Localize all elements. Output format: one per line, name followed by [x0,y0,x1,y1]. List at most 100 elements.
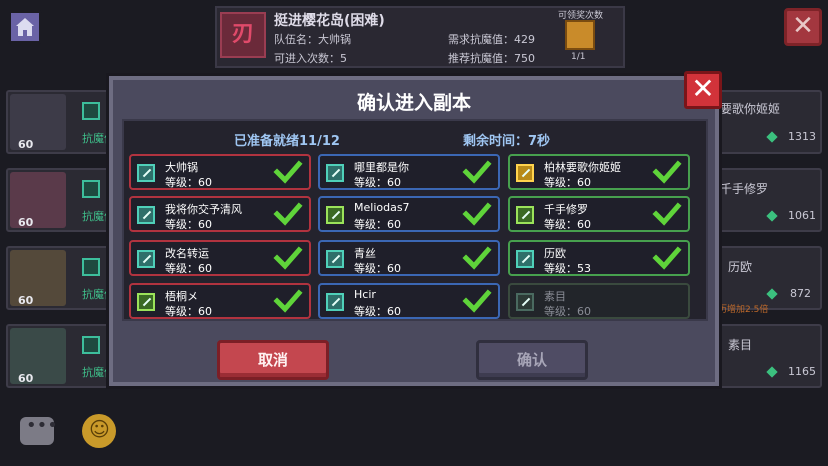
close-screen-button[interactable]: ✕ [784,8,822,46]
player-slot[interactable]: 大帅锅等级：60 [129,154,311,190]
player-slot[interactable]: Meliodas7 等级：60 [318,196,500,232]
player-name: 哪里都是你 [354,161,409,174]
ready-check-icon [462,289,492,313]
emote-button[interactable]: ☺ [82,414,116,448]
time-left: 剩余时间：7秒 [463,134,551,149]
player-slot[interactable]: 素目等级：60 [508,283,690,319]
member-power: 872 [790,287,811,300]
player-level: 等级：60 [354,262,401,275]
ready-check-icon [273,202,303,226]
player-level: 等级：60 [544,176,591,189]
player-slot[interactable]: Hcir 等级：60 [318,283,500,319]
member-name: 历欧 [728,260,753,274]
player-slot[interactable]: 哪里都是你等级：60 [318,154,500,190]
weapon-icon [516,293,534,311]
player-slot[interactable]: 我将你交予清风 等级：60 [129,196,311,232]
player-level: 等级：60 [544,218,591,231]
member-name: 素目 [728,338,753,352]
ready-check-icon [273,160,303,184]
player-level: 等级：53 [544,262,591,275]
player-name: Meliodas7 [354,201,410,214]
member-power: 1165 [788,365,816,378]
player-level: 等级：60 [354,218,401,231]
member-power: 1061 [788,209,816,222]
member-name: 千手修罗 [720,182,769,196]
right-member-card[interactable] [716,246,822,310]
weapon-icon [326,164,344,182]
player-name: 我将你交予清风 [165,203,242,216]
player-name: 千手修罗 [544,203,588,216]
weapon-icon [137,250,155,268]
home-button[interactable] [8,10,42,44]
recommended-power: 推荐抗魔值：750 [448,52,535,65]
member-level: 60 [18,372,34,385]
player-slot[interactable]: 梧桐メ 等级：60 [129,283,311,319]
weapon-icon [516,206,534,224]
confirm-button[interactable]: 确认 [476,340,588,380]
weapon-icon [137,164,155,182]
weapon-icon [516,164,534,182]
home-icon [16,18,34,36]
smile-icon: ☺ [89,417,110,441]
member-level: 60 [18,294,34,307]
required-power: 需求抗魔值：429 [448,33,535,46]
player-level: 等级：60 [165,176,212,189]
dialog-close-button[interactable]: ✕ [684,71,722,109]
player-name: 改名转运 [165,247,209,260]
reward-chest-icon [565,20,595,50]
player-name: 柏林要歌你姬姬 [544,161,621,174]
player-level: 等级：60 [165,218,212,231]
ready-check-icon [462,202,492,226]
ready-check-icon [652,202,682,226]
reward-count: 1/1 [571,52,586,62]
weapon-icon [82,336,100,354]
player-slot[interactable]: 青丝等级：60 [318,240,500,276]
weapon-icon [326,250,344,268]
player-name: 素目 [544,290,566,303]
player-slot[interactable]: 千手修罗等级：60 [508,196,690,232]
ready-check-icon [652,160,682,184]
member-level: 60 [18,216,34,229]
team-name: 队伍名：大帅锅 [274,33,351,46]
ready-check-icon [462,246,492,270]
right-member-card[interactable] [716,324,822,388]
weapon-icon [82,258,100,276]
player-level: 等级：60 [544,305,591,318]
chat-button[interactable]: ••• [20,415,58,445]
player-level: 等级：60 [354,305,401,318]
member-level: 60 [18,138,34,151]
weapon-icon [82,180,100,198]
weapon-icon [137,293,155,311]
player-level: 等级：60 [165,262,212,275]
ready-check-icon [652,246,682,270]
ready-status: 已准备就绪11/12 [234,134,340,149]
member-note: 历增加2.5倍 [718,305,769,315]
cancel-button[interactable]: 取消 [217,340,329,380]
player-slot[interactable]: 历欧等级：53 [508,240,690,276]
ready-check-icon [273,246,303,270]
dungeon-icon: 刃 [220,12,266,58]
player-name: 历欧 [544,247,566,260]
ready-check-icon [462,160,492,184]
player-name: 大帅锅 [165,161,198,174]
right-member-card[interactable] [716,168,822,232]
player-name: 青丝 [354,247,376,260]
close-icon: ✕ [792,11,814,41]
weapon-icon [82,102,100,120]
dungeon-title: 挺进樱花岛(困难) [274,13,385,29]
ready-check-icon [273,289,303,313]
entries-left: 可进入次数：5 [274,52,347,65]
player-level: 等级：60 [165,305,212,318]
close-icon: ✕ [691,72,715,105]
member-name: 要歌你姬姬 [720,102,781,116]
player-level: 等级：60 [354,176,401,189]
weapon-icon [326,206,344,224]
chat-icon: ••• [26,415,58,436]
player-slot[interactable]: 柏林要歌你姬姬 等级：60 [508,154,690,190]
weapon-icon [516,250,534,268]
player-name: Hcir [354,288,376,301]
dialog-title: 确认进入副本 [356,92,471,114]
player-slot[interactable]: 改名转运等级：60 [129,240,311,276]
weapon-icon [137,206,155,224]
member-power: 1313 [788,130,816,143]
